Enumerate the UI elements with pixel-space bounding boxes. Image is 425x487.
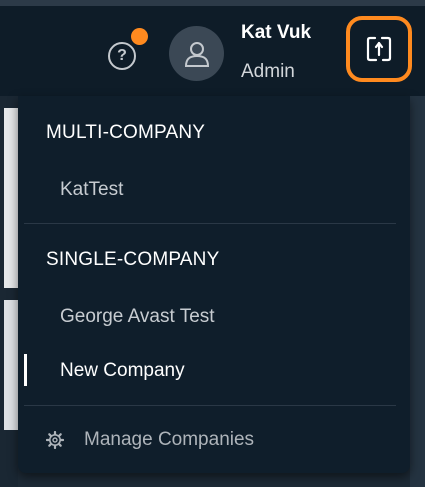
background-content-edge-lower	[4, 300, 18, 430]
user-name: Kat Vuk	[241, 22, 312, 43]
manage-companies-label: Manage Companies	[84, 429, 255, 450]
section-single-company-title: SINGLE-COMPANY	[46, 249, 220, 270]
company-item-george-avast-test[interactable]: George Avast Test	[60, 306, 215, 328]
avatar[interactable]	[169, 26, 224, 81]
company-item-kattest[interactable]: KatTest	[60, 179, 123, 201]
manage-companies-link[interactable]: Manage Companies	[46, 426, 254, 454]
section-divider	[24, 405, 396, 406]
switch-company-button[interactable]	[346, 16, 412, 82]
notification-dot	[131, 28, 148, 45]
section-multi-company-title: MULTI-COMPANY	[46, 122, 206, 143]
active-indicator	[24, 354, 27, 386]
question-circle-icon[interactable]: ?	[108, 42, 136, 70]
background-content-edge	[4, 108, 18, 288]
user-role: Admin	[241, 61, 295, 82]
user-icon	[184, 41, 209, 67]
section-divider	[24, 223, 396, 224]
gear-icon	[46, 431, 64, 449]
company-item-new-company[interactable]: New Company	[60, 360, 185, 382]
background-right-panel	[410, 96, 425, 487]
help-glyph: ?	[117, 47, 127, 64]
switch-company-icon	[366, 36, 392, 62]
company-dropdown: MULTI-COMPANY KatTest SINGLE-COMPANY Geo…	[18, 96, 410, 473]
